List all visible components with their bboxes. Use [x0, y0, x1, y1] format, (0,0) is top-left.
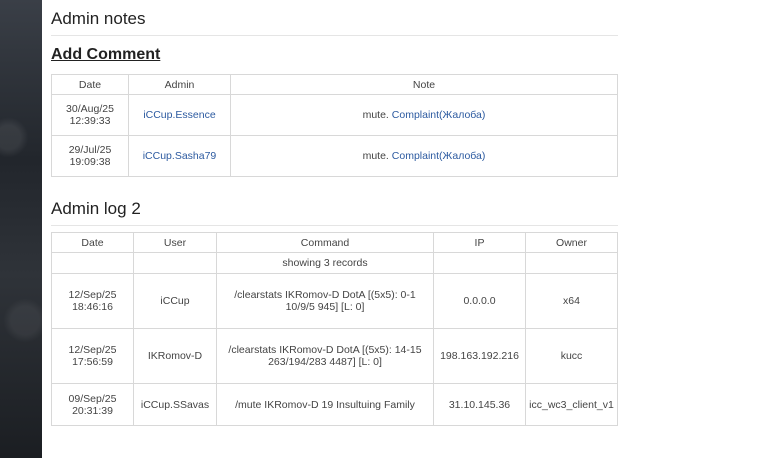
log-user: iCCup: [133, 273, 217, 329]
records-count: showing 3 records: [216, 252, 434, 274]
table-row: 30/Aug/25 12:39:33 iCCup.Essence mute. Co…: [51, 94, 618, 136]
admin-log-heading: Admin log 2: [51, 199, 618, 226]
column-header-note: Note: [230, 74, 618, 95]
note-admin[interactable]: iCCup.Sasha79: [128, 135, 231, 177]
table-row: 29/Jul/25 19:09:38 iCCup.Sasha79 mute. Co…: [51, 135, 618, 177]
log-ip: 198.163.192.216: [433, 328, 526, 384]
add-comment-link[interactable]: Add Comment: [51, 46, 160, 64]
log-owner: icc_wc3_client_v1: [525, 383, 618, 426]
log-command: /mute IKRomov-D 19 Insultuing Family: [216, 383, 434, 426]
column-header-command: Command: [216, 232, 434, 253]
note-text: mute. Complaint(Жалоба): [230, 94, 618, 136]
admin-link[interactable]: iCCup.Essence: [143, 109, 215, 121]
complaint-link[interactable]: Complaint(Жалоба): [392, 109, 486, 121]
note-date: 29/Jul/25 19:09:38: [51, 135, 129, 177]
admin-log-table: Date User Command IP Owner showing 3 rec…: [51, 232, 618, 426]
column-header-date: Date: [51, 74, 129, 95]
note-date: 30/Aug/25 12:39:33: [51, 94, 129, 136]
log-owner: kucc: [525, 328, 618, 384]
table-row: 12/Sep/25 18:46:16 iCCup /clearstats IKRo…: [51, 273, 618, 329]
note-text: mute. Complaint(Жалоба): [230, 135, 618, 177]
log-owner: x64: [525, 273, 618, 329]
column-header-date: Date: [51, 232, 134, 253]
column-header-user: User: [133, 232, 217, 253]
log-user: IKRomov-D: [133, 328, 217, 384]
admin-notes-heading: Admin notes: [51, 9, 618, 36]
log-command: /clearstats IKRomov-D DotA [(5x5): 14-15…: [216, 328, 434, 384]
log-ip: 31.10.145.36: [433, 383, 526, 426]
log-ip: 0.0.0.0: [433, 273, 526, 329]
complaint-link[interactable]: Complaint(Жалоба): [392, 150, 486, 162]
log-user: iCCup.SSavas: [133, 383, 217, 426]
column-header-admin: Admin: [128, 74, 231, 95]
log-date: 09/Sep/25 20:31:39: [51, 383, 134, 426]
table-header-row: Date Admin Note: [51, 74, 618, 95]
main-content: Admin notes Add Comment Date Admin Note …: [42, 0, 768, 458]
column-header-owner: Owner: [525, 232, 618, 253]
log-date: 12/Sep/25 18:46:16: [51, 273, 134, 329]
table-row: 09/Sep/25 20:31:39 iCCup.SSavas /mute IKR…: [51, 383, 618, 426]
column-header-ip: IP: [433, 232, 526, 253]
table-row: 12/Sep/25 17:56:59 IKRomov-D /clearstats …: [51, 328, 618, 384]
table-header-row: Date User Command IP Owner: [51, 232, 618, 253]
log-command: /clearstats IKRomov-D DotA [(5x5): 0-1 1…: [216, 273, 434, 329]
background-art: [0, 0, 42, 458]
note-admin[interactable]: iCCup.Essence: [128, 94, 231, 136]
log-date: 12/Sep/25 17:56:59: [51, 328, 134, 384]
admin-notes-table: Date Admin Note 30/Aug/25 12:39:33 iCCup.…: [51, 74, 618, 177]
admin-link[interactable]: iCCup.Sasha79: [143, 150, 217, 162]
records-count-row: showing 3 records: [51, 252, 618, 274]
